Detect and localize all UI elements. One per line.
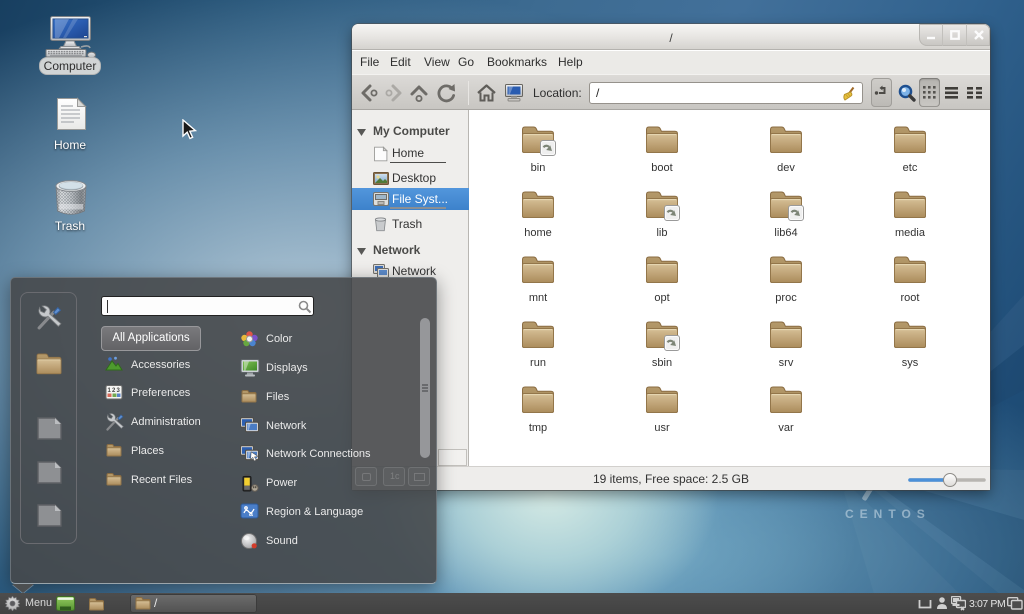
svg-text:a: a bbox=[249, 511, 253, 518]
